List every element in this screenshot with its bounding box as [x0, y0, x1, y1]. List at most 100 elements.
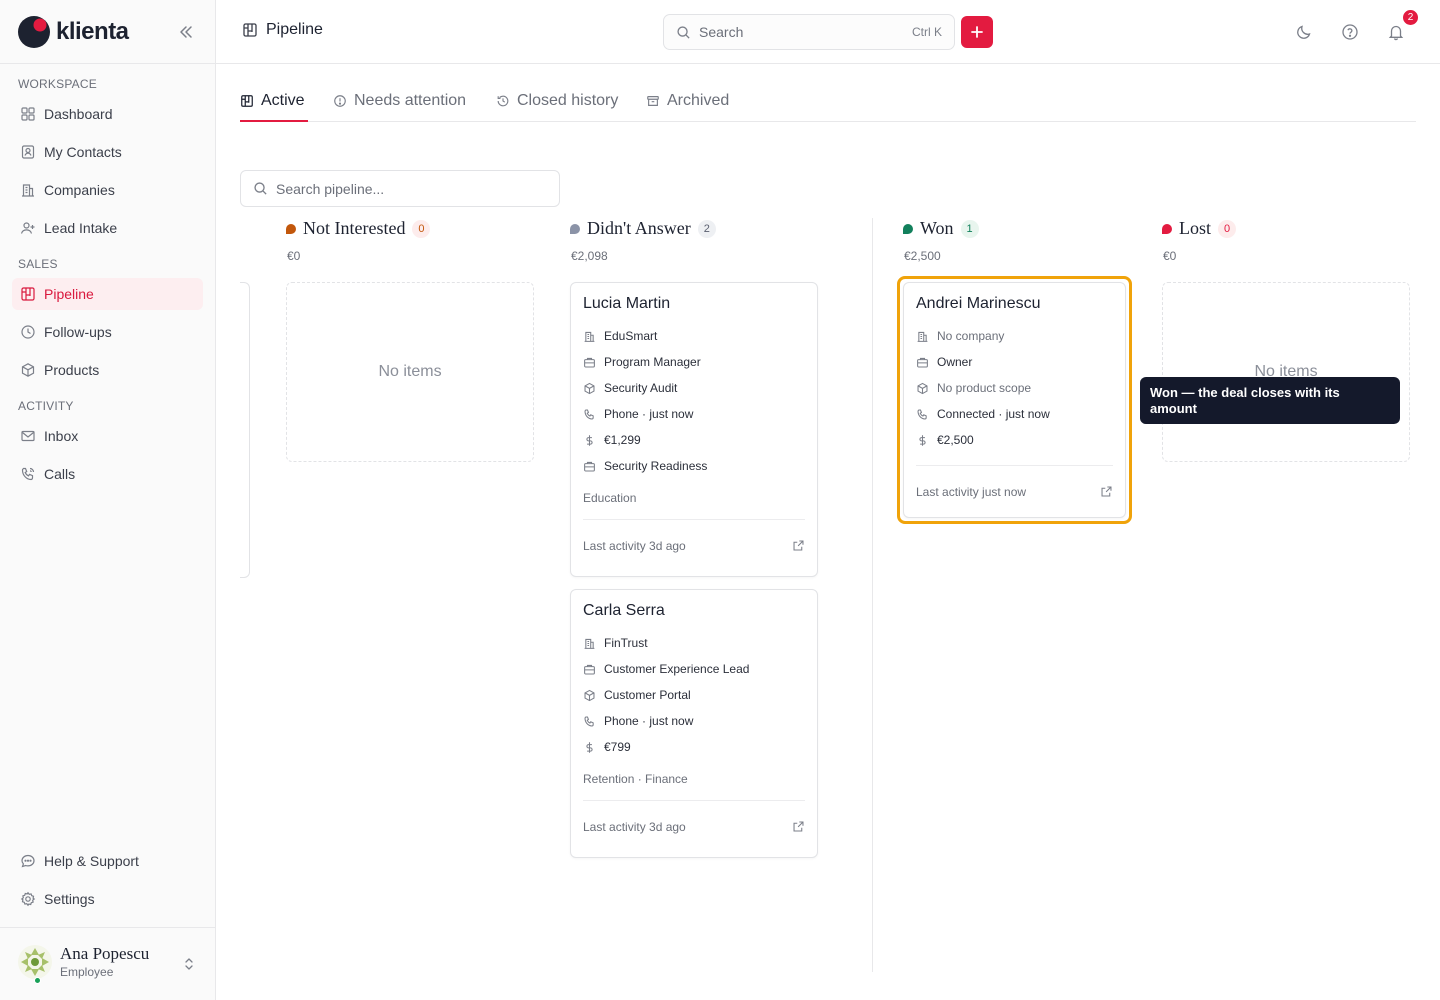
status-dot: [1162, 223, 1172, 234]
dollar-icon: [583, 434, 596, 447]
column-name: Didn't Answer: [587, 218, 691, 238]
card-role: Program Manager: [583, 349, 805, 375]
phone-icon: [583, 715, 596, 728]
company-name: EduSmart: [604, 329, 658, 343]
external-link-icon[interactable]: [792, 820, 805, 833]
archive-icon: [646, 94, 660, 108]
sidebar-item-label: Pipeline: [44, 286, 94, 302]
card-footer: Last activity 3d ago: [583, 800, 805, 852]
user-menu[interactable]: Ana Popescu Employee: [18, 945, 149, 979]
sidebar-item-contacts[interactable]: My Contacts: [12, 136, 203, 168]
column-header-won: Won 1: [903, 218, 979, 239]
status-dot: [570, 223, 580, 234]
deal-card-carla-serra[interactable]: Carla Serra FinTrust Customer Experience…: [570, 589, 818, 858]
tab-label: Archived: [667, 92, 730, 109]
sidebar-item-companies[interactable]: Companies: [12, 174, 203, 206]
tab-active[interactable]: Active: [240, 89, 305, 113]
online-status-indicator: [34, 977, 41, 984]
status-dot: [286, 223, 296, 234]
empty-column-dropzone: No items: [1162, 282, 1410, 462]
alert-circle-icon: [333, 94, 347, 108]
user-role: Employee: [60, 965, 114, 979]
app-logo[interactable]: klienta: [18, 14, 129, 50]
column-total: €2,098: [571, 249, 608, 263]
card-campaign: Security Readiness: [583, 453, 805, 479]
sidebar-divider: [0, 927, 215, 928]
closed-columns-divider: [872, 218, 873, 972]
sidebar-item-label: Calls: [44, 466, 76, 482]
column-header-lost: Lost 0: [1162, 218, 1237, 239]
sidebar: klienta WORKSPACE Dashboard My Contacts …: [0, 0, 216, 1000]
sidebar-item-followups[interactable]: Follow-ups: [12, 316, 203, 348]
gear-icon: [20, 891, 36, 907]
column-name: Won: [920, 218, 954, 238]
dollar-icon: [583, 741, 596, 754]
contact-name: Carla Serra: [583, 602, 665, 619]
sidebar-item-label: My Contacts: [44, 144, 122, 160]
tab-needs-attention[interactable]: Needs attention: [333, 89, 466, 113]
pipeline-icon: [242, 22, 258, 38]
column-count-badge: 2: [697, 219, 716, 238]
notification-badge: 2: [1403, 10, 1418, 25]
deal-amount: €799: [604, 740, 631, 754]
chat-icon: [20, 853, 36, 869]
sidebar-item-pipeline[interactable]: Pipeline: [12, 278, 203, 310]
product-name: Customer Portal: [604, 688, 691, 702]
card-contact-method: Phone · just now: [583, 401, 805, 427]
card-footer: Last activity 3d ago: [583, 519, 805, 571]
sidebar-item-label: Lead Intake: [44, 220, 118, 236]
klienta-logo-icon: [18, 16, 50, 48]
briefcase-icon: [583, 356, 596, 369]
sidebar-item-products[interactable]: Products: [12, 354, 203, 386]
column-count-badge: 1: [960, 219, 979, 238]
sidebar-item-label: Inbox: [44, 428, 79, 444]
help-icon[interactable]: [1341, 23, 1359, 41]
card-company: EduSmart: [583, 323, 805, 349]
box-icon: [583, 689, 596, 702]
mail-icon: [20, 428, 36, 444]
page-title-text: Pipeline: [266, 21, 323, 38]
contact-name: Lucia Martin: [583, 295, 671, 312]
user-plus-icon: [20, 220, 36, 236]
column-name: Not Interested: [303, 218, 406, 238]
card-amount: €1,299: [583, 427, 805, 453]
pipeline-search-input[interactable]: Search pipeline...: [240, 170, 560, 207]
chevron-up-down-icon[interactable]: [182, 955, 196, 973]
empty-column-dropzone: No items: [286, 282, 534, 462]
building-icon: [583, 330, 596, 343]
column-total: €0: [1163, 249, 1177, 263]
bell-icon[interactable]: [1387, 23, 1405, 41]
sidebar-item-calls[interactable]: Calls: [12, 458, 203, 490]
last-activity: Last activity 3d ago: [583, 819, 686, 834]
empty-state-text: No items: [378, 363, 442, 380]
contact-method: Phone · just now: [604, 407, 694, 421]
sidebar-item-label: Follow-ups: [44, 324, 112, 340]
sidebar-item-settings[interactable]: Settings: [12, 883, 203, 915]
sidebar-item-inbox[interactable]: Inbox: [12, 420, 203, 452]
dashboard-icon: [20, 106, 36, 122]
tab-label: Closed history: [517, 92, 619, 109]
global-search-input[interactable]: Search Ctrl K: [663, 14, 955, 50]
sidebar-item-help[interactable]: Help & Support: [12, 845, 203, 877]
company-name: FinTrust: [604, 636, 648, 650]
sidebar-item-dashboard[interactable]: Dashboard: [12, 98, 203, 130]
collapse-sidebar-icon[interactable]: [176, 22, 196, 42]
tab-archived[interactable]: Archived: [646, 89, 729, 113]
card-amount: €799: [583, 734, 805, 760]
clock-icon: [20, 324, 36, 340]
deal-amount: €1,299: [604, 433, 641, 447]
card-tags: Retention · Finance: [583, 772, 688, 786]
sidebar-item-label: Dashboard: [44, 106, 113, 122]
partial-column-card: [240, 282, 250, 578]
external-link-icon[interactable]: [792, 539, 805, 552]
tab-closed-history[interactable]: Closed history: [496, 89, 618, 113]
sidebar-item-lead-intake[interactable]: Lead Intake: [12, 212, 203, 244]
add-button[interactable]: [961, 16, 993, 48]
column-count-badge: 0: [1218, 219, 1237, 238]
tab-label: Needs attention: [354, 92, 467, 109]
column-total: €0: [287, 249, 301, 263]
history-icon: [496, 94, 510, 108]
deal-card-lucia-martin[interactable]: Lucia Martin EduSmart Program Manager Se…: [570, 282, 818, 577]
page-title: Pipeline: [242, 21, 323, 39]
dark-mode-icon[interactable]: [1295, 23, 1313, 41]
